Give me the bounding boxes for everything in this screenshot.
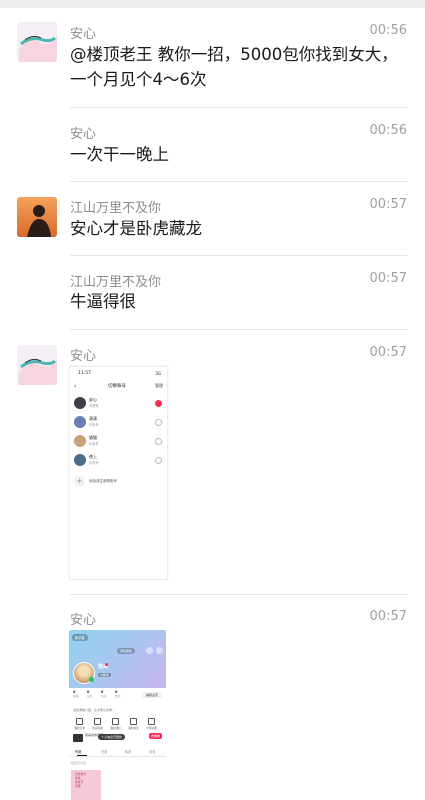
account-avatar (74, 416, 86, 428)
message-text: @楼顶老王 教你一招，5000包你找到女大， (70, 45, 398, 64)
message-text: 一个月见个4～6次 (70, 70, 207, 89)
sender-name: 安心 (70, 27, 97, 42)
online-dot-icon (89, 677, 94, 682)
grid-item: 全部功能 (145, 718, 158, 730)
music-cover (73, 734, 83, 742)
message-text: 一次干一晚上 (70, 145, 169, 164)
manage-link: 管理 (155, 383, 163, 388)
divider (70, 181, 407, 182)
account-avatar (74, 397, 86, 409)
account-sub: 抖音号 (89, 461, 99, 465)
screenshot-image-account-switch[interactable]: 11:57 5G ‹ 切换账号 管理 安心 抖音号 潇潇 抖音号 猫猫 抖音号 … (69, 366, 168, 580)
card-text: 抖音账号 切换 多账号 管理 (75, 772, 87, 788)
grid-item: 我的订单 (73, 718, 86, 730)
radio-icon (155, 457, 162, 464)
sender-name: 安心 (70, 613, 97, 628)
avatar-anxin[interactable] (17, 22, 57, 62)
grid-item: 抖音商城 (91, 718, 104, 730)
message-time: 00:57 (369, 345, 407, 360)
plus-icon: + (74, 476, 85, 487)
visibility-note: 仅自己可见 (71, 761, 87, 765)
red-badge: 去看看 (148, 733, 162, 739)
radio-icon (155, 419, 162, 426)
feature-grid: 我的订单 抖音商城 我的钱包 我的书架 全部功能 (73, 718, 163, 730)
message-text: 安心才是卧虎藏龙 (70, 219, 202, 238)
account-row: 夜上 抖音号 (74, 454, 164, 468)
stat-item: 0 粉丝 (115, 690, 121, 698)
account-sub: 抖音号 (89, 423, 99, 427)
add-friend-button: 添加朋友 (117, 648, 136, 654)
badge-icon (105, 663, 108, 666)
menu-icon (146, 647, 153, 654)
sender-name: 安心 (70, 127, 97, 142)
message-time: 00:57 (369, 271, 407, 286)
account-sub: 抖音号 (89, 404, 99, 408)
visitor-button: 新访客 (72, 634, 88, 641)
tab-likes: 喜欢 (149, 750, 156, 754)
ip-tag: IP属地 (98, 673, 111, 677)
avatar-jiangshan[interactable] (17, 197, 57, 237)
radio-selected-icon (155, 400, 162, 407)
grid-item: 我的钱包 (109, 718, 122, 730)
message-time: 00:57 (369, 609, 407, 624)
account-sub: 抖音号 (89, 442, 99, 446)
screen-title: 切换账号 (108, 384, 126, 389)
grid-item: 我的书架 (127, 718, 140, 730)
divider (70, 594, 407, 595)
message-time: 00:56 (369, 23, 407, 38)
account-row: 潇潇 抖音号 (74, 416, 164, 430)
stat-item: 0 互关 (87, 690, 93, 698)
sender-name: 安心 (70, 349, 97, 364)
bio-line: 点击添加介绍，让大家认识你... (73, 708, 115, 712)
sender-name: 江山万里不及你 (70, 275, 162, 290)
tab-private: 私密 (125, 750, 132, 754)
sender-name: 江山万里不及你 (70, 201, 162, 216)
stat-item: 0 关注 (101, 690, 107, 698)
top-bar (0, 0, 425, 8)
avatar-anxin[interactable] (17, 345, 57, 385)
screenshot-image-profile[interactable]: 新访客 添加朋友 指尖 IP属地 0 获赞 0 互关 0 关注 0 粉丝 编辑主页 点击… (69, 630, 166, 800)
back-icon: ‹ (74, 383, 77, 390)
add-account-label: 添加或注册新账号 (89, 479, 117, 483)
account-avatar (74, 454, 86, 466)
divider (70, 329, 407, 330)
tab-underline (77, 755, 87, 756)
account-avatar (74, 435, 86, 447)
status-time: 11:57 (78, 371, 91, 376)
signal-indicator: 5G (155, 371, 161, 376)
divider (70, 107, 407, 108)
message-text: 牛逼得很 (70, 292, 136, 311)
video-card: 抖音账号 切换 多账号 管理 (71, 770, 101, 800)
message-time: 00:56 (369, 123, 407, 138)
edit-profile-button: 编辑主页 (141, 692, 162, 698)
toast-message: 个人信息已更新 (98, 734, 126, 740)
more-icon (156, 647, 163, 654)
account-row: 猫猫 抖音号 (74, 435, 164, 449)
account-row: 安心 抖音号 (74, 397, 164, 411)
stat-item: 0 获赞 (73, 690, 79, 698)
divider (70, 255, 407, 256)
tab-daily: 日常 (101, 750, 108, 754)
message-time: 00:57 (369, 197, 407, 212)
radio-icon (155, 438, 162, 445)
profile-stats: 0 获赞 0 互关 0 关注 0 粉丝 (73, 690, 133, 700)
tab-works: 作品 (75, 750, 82, 754)
